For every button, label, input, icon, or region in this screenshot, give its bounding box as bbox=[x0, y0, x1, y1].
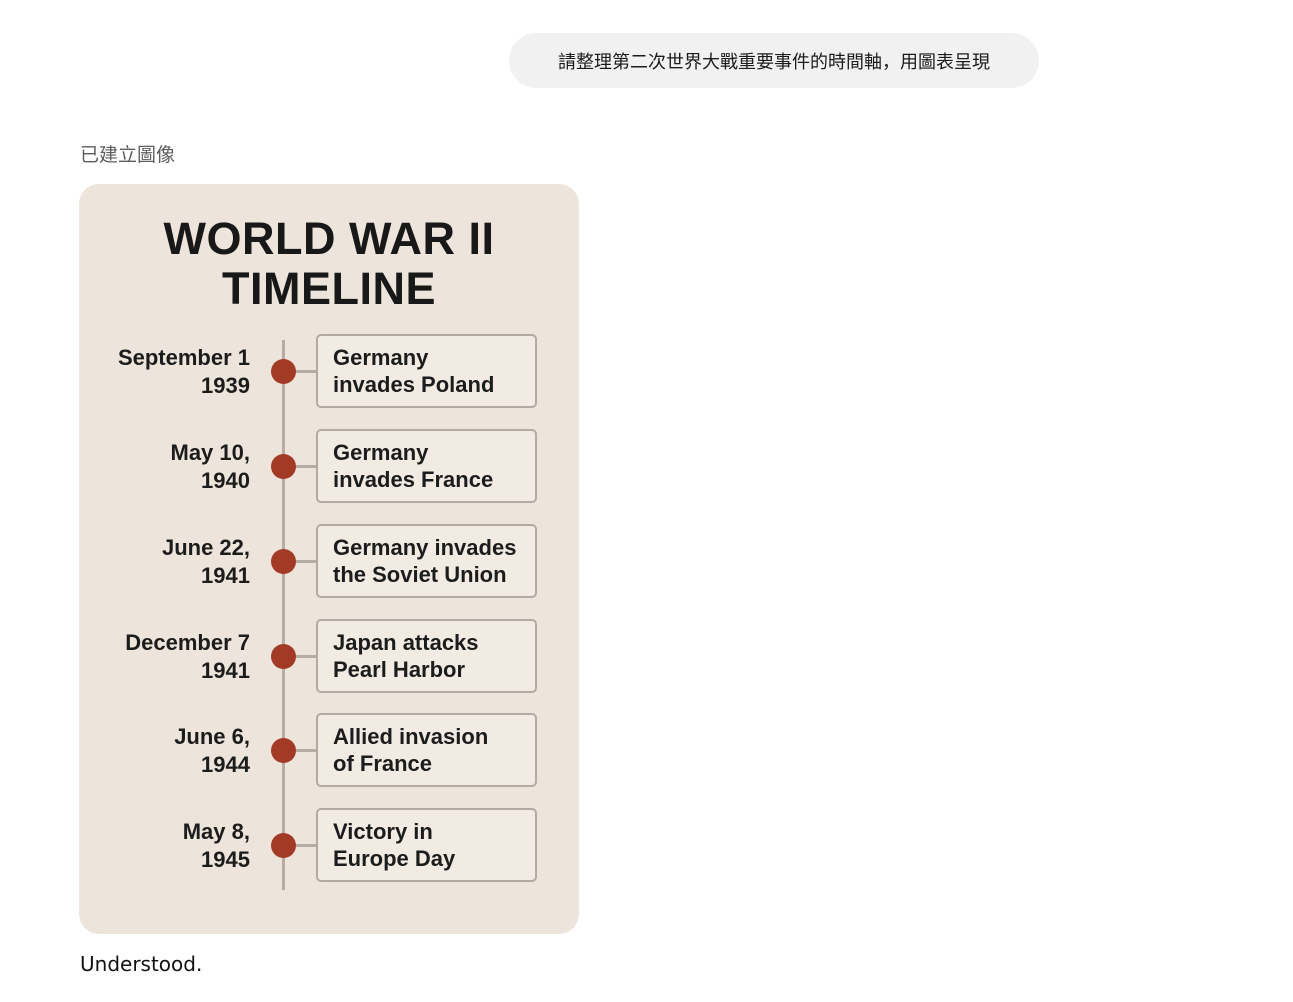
timeline-title: WORLD WAR II TIMELINE bbox=[79, 214, 579, 314]
event-marker bbox=[271, 454, 296, 479]
event-connector bbox=[296, 844, 316, 847]
timeline-event: June 6, 1944 Allied invasion of France bbox=[79, 713, 579, 788]
event-date-line: December 7 bbox=[125, 629, 250, 655]
event-marker bbox=[271, 549, 296, 574]
timeline-event: May 10, 1940 Germany invades France bbox=[79, 429, 579, 504]
event-text-line: of France bbox=[333, 751, 433, 776]
event-date-line: June 22, bbox=[161, 534, 250, 560]
event-marker bbox=[271, 359, 296, 384]
event-date: December 7 1941 bbox=[99, 629, 250, 685]
timeline-event: December 7 1941 Japan attacks Pearl Harb… bbox=[79, 619, 579, 694]
event-description: Japan attacks Pearl Harbor bbox=[316, 619, 537, 693]
event-text-line: Japan attacks bbox=[333, 630, 479, 655]
timeline-event: May 8, 1945 Victory in Europe Day bbox=[79, 808, 579, 883]
event-marker bbox=[271, 644, 296, 669]
assistant-reply: Understood. bbox=[80, 952, 203, 976]
event-date-line: 1940 bbox=[201, 467, 250, 493]
event-text-line: Germany invades bbox=[333, 535, 517, 560]
user-message-text: 請整理第二次世界大戰重要事件的時間軸，用圖表呈現 bbox=[558, 51, 990, 73]
timeline-event: June 22, 1941 Germany invades the Soviet… bbox=[79, 524, 579, 599]
event-date: June 22, 1941 bbox=[99, 534, 250, 590]
event-date-line: June 6, bbox=[174, 723, 250, 749]
event-connector bbox=[296, 560, 316, 563]
event-description: Germany invades the Soviet Union bbox=[316, 524, 537, 598]
user-message-bubble: 請整理第二次世界大戰重要事件的時間軸，用圖表呈現 bbox=[509, 33, 1039, 88]
event-date-line: May 10, bbox=[170, 439, 251, 465]
event-text-line: Europe Day bbox=[333, 846, 456, 871]
event-connector bbox=[296, 465, 316, 468]
event-date-line: 1945 bbox=[201, 846, 250, 872]
timeline-title-line-2: TIMELINE bbox=[222, 263, 436, 314]
timeline-title-line-1: WORLD WAR II bbox=[163, 213, 495, 264]
event-description: Victory in Europe Day bbox=[316, 808, 537, 882]
event-connector bbox=[296, 749, 316, 752]
event-text-line: invades France bbox=[333, 467, 494, 492]
event-text-line: Victory in bbox=[333, 819, 433, 844]
event-date-line: 1944 bbox=[201, 751, 250, 777]
event-text-line: Germany bbox=[333, 440, 429, 465]
event-text-line: Germany bbox=[333, 345, 429, 370]
event-date-line: 1941 bbox=[201, 657, 250, 683]
event-connector bbox=[296, 370, 316, 373]
event-marker bbox=[271, 833, 296, 858]
event-text-line: invades Poland bbox=[333, 372, 495, 397]
event-description: Germany invades France bbox=[316, 429, 537, 503]
event-description: Germany invades Poland bbox=[316, 334, 537, 408]
event-text-line: the Soviet Union bbox=[333, 562, 507, 587]
event-date-line: 1941 bbox=[201, 562, 250, 588]
event-text-line: Pearl Harbor bbox=[333, 657, 466, 682]
timeline-event: September 1 1939 Germany invades Poland bbox=[79, 334, 579, 409]
event-date-line: September 1 bbox=[117, 344, 250, 370]
event-date: September 1 1939 bbox=[99, 344, 250, 400]
event-date: May 10, 1940 bbox=[99, 439, 251, 495]
event-text-line: Allied invasion bbox=[333, 724, 489, 749]
event-date-line: 1939 bbox=[201, 372, 250, 398]
event-date: June 6, 1944 bbox=[99, 723, 250, 779]
event-date: May 8, 1945 bbox=[99, 818, 250, 874]
event-marker bbox=[271, 738, 296, 763]
event-description: Allied invasion of France bbox=[316, 713, 537, 787]
event-date-line: May 8, bbox=[182, 818, 250, 844]
image-created-label: 已建立圖像 bbox=[80, 144, 176, 166]
generated-image[interactable]: WORLD WAR II TIMELINE September 1 1939 G… bbox=[79, 184, 579, 934]
event-connector bbox=[296, 655, 316, 658]
